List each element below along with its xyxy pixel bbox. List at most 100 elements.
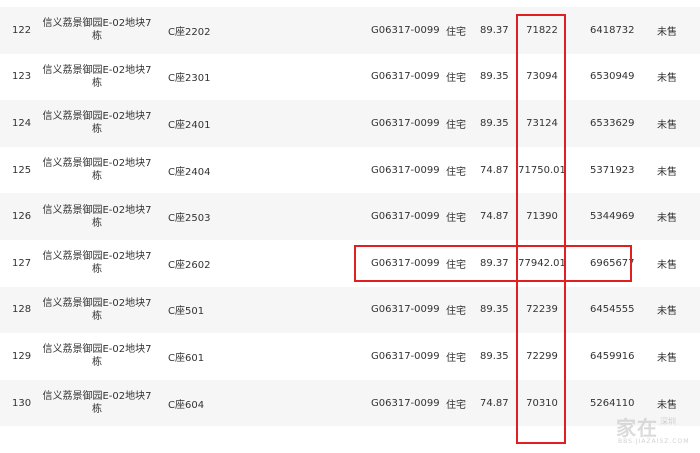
sale-status-cell: 未售 [657,100,677,147]
row-index: 129 [12,350,32,362]
sale-status: 未售 [657,119,677,131]
project-name-cell: 信义荔景御园E-02地块7栋 [38,380,156,427]
unit-price-table: 122 信义荔景御园E-02地块7栋 C座2202 G06317-0099 住宅 89.3… [0,0,700,453]
unit-number-cell: C座2602 [168,240,210,287]
row-index-cell: 128 [12,287,31,334]
total-price-cell: 5371923 [590,147,635,194]
unit-price: 73094 [526,71,558,83]
total-price-cell: 6533629 [590,100,635,147]
unit-price: 72299 [526,350,558,362]
unit-price: 72239 [526,304,558,316]
unit-price: 73124 [526,117,558,129]
unit-number: C座2301 [168,73,211,85]
floor-area-cell: 89.35 [480,100,509,147]
row-index-cell: 127 [12,240,31,287]
unit-price-cell: 73094 [514,54,570,101]
unit-number: C座604 [168,399,205,411]
usage-type: 住宅 [446,166,466,178]
sale-status: 未售 [657,399,677,411]
unit-price-cell: 71822 [514,7,570,54]
floor-area-cell: 89.35 [480,54,509,101]
total-price-cell: 6530949 [590,54,635,101]
unit-number: C座601 [168,352,205,364]
row-index-cell: 124 [12,100,31,147]
project-name-cell: 信义荔景御园E-02地块7栋 [38,240,156,287]
floor-area-cell: 89.37 [480,7,509,54]
floor-area: 89.37 [480,24,509,36]
project-name: 信义荔景御园E-02地块7栋 [42,204,152,229]
total-price: 6965677 [590,257,635,269]
floor-area: 89.35 [480,350,509,362]
permit-code: G06317-0099 [371,24,440,36]
sale-status: 未售 [657,26,677,38]
row-index: 123 [12,71,32,83]
total-price-cell: 6459916 [590,333,635,380]
row-index: 125 [12,164,32,176]
row-index: 126 [12,211,32,223]
unit-price: 77942.01 [518,257,566,269]
unit-number-cell: C座2503 [168,193,210,240]
unit-price-cell: 73124 [514,100,570,147]
permit-code-cell: G06317-0099 [371,193,440,240]
sale-status-cell: 未售 [657,193,677,240]
usage-type: 住宅 [446,399,466,411]
unit-number-cell: C座2404 [168,147,210,194]
unit-number-cell: C座2301 [168,54,210,101]
floor-area-cell: 74.87 [480,380,509,427]
permit-code-cell: G06317-0099 [371,380,440,427]
project-name: 信义荔景御园E-02地块7栋 [42,111,152,136]
usage-type: 住宅 [446,306,466,318]
table-row: 129 信义荔景御园E-02地块7栋 C座601 G06317-0099 住宅 89.35… [0,333,700,380]
total-price-cell: 6454555 [590,287,635,334]
row-index: 128 [12,304,32,316]
total-price: 6454555 [590,304,635,316]
unit-price-cell: 71390 [514,193,570,240]
project-name-cell: 信义荔景御园E-02地块7栋 [38,100,156,147]
usage-type: 住宅 [446,73,466,85]
total-price-cell: 5344969 [590,193,635,240]
unit-price: 70310 [526,397,558,409]
sale-status-cell: 未售 [657,380,677,427]
table-row: 127 信义荔景御园E-02地块7栋 C座2602 G06317-0099 住宅 89.3… [0,240,700,287]
permit-code: G06317-0099 [371,211,440,223]
table-row: 122 信义荔景御园E-02地块7栋 C座2202 G06317-0099 住宅 89.3… [0,7,700,54]
total-price: 5264110 [590,397,635,409]
sale-status: 未售 [657,213,677,225]
row-index: 124 [12,117,32,129]
unit-number-cell: C座2202 [168,7,210,54]
sale-status-cell: 未售 [657,147,677,194]
table-row: 123 信义荔景御园E-02地块7栋 C座2301 G06317-0099 住宅 89.3… [0,53,700,101]
row-index-cell: 122 [12,7,31,54]
project-name: 信义荔景御园E-02地块7栋 [42,251,152,276]
unit-number: C座2401 [168,119,211,131]
row-index: 122 [12,24,32,36]
project-name: 信义荔景御园E-02地块7栋 [42,158,152,183]
table-row: 126 信义荔景御园E-02地块7栋 C座2503 G06317-0099 住宅 74.8… [0,193,700,240]
floor-area: 89.35 [480,71,509,83]
permit-code: G06317-0099 [371,304,440,316]
project-name: 信义荔景御园E-02地块7栋 [42,18,152,43]
row-index-cell: 130 [12,380,31,427]
permit-code: G06317-0099 [371,117,440,129]
project-name-cell: 信义荔景御园E-02地块7栋 [38,54,156,101]
sale-status-cell: 未售 [657,333,677,380]
row-index-cell: 123 [12,54,31,101]
unit-price-cell: 71750.01 [514,147,570,194]
unit-price: 71822 [526,24,558,36]
usage-type-cell: 住宅 [446,147,466,194]
floor-area: 74.87 [480,164,509,176]
floor-area-cell: 74.87 [480,147,509,194]
sale-status: 未售 [657,259,677,271]
project-name-cell: 信义荔景御园E-02地块7栋 [38,287,156,334]
permit-code-cell: G06317-0099 [371,147,440,194]
project-name: 信义荔景御园E-02地块7栋 [42,64,152,89]
project-name-cell: 信义荔景御园E-02地块7栋 [38,193,156,240]
project-name: 信义荔景御园E-02地块7栋 [42,297,152,322]
unit-price-cell: 77942.01 [514,240,570,287]
permit-code-cell: G06317-0099 [371,54,440,101]
unit-number: C座2602 [168,259,211,271]
table-row: 128 信义荔景御园E-02地块7栋 C座501 G06317-0099 住宅 89.35… [0,286,700,334]
usage-type-cell: 住宅 [446,380,466,427]
floor-area: 89.35 [480,117,509,129]
project-name: 信义荔景御园E-02地块7栋 [42,344,152,369]
